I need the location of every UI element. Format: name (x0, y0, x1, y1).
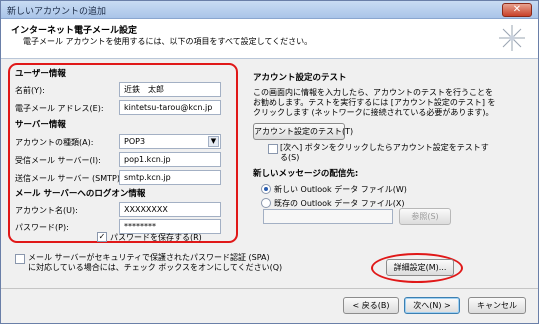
incoming-server-label: 受信メール サーバー(I): (15, 156, 101, 165)
incoming-server-field[interactable]: pop1.kcn.jp (119, 152, 221, 167)
header-subtitle: 電子メール アカウントを使用するには、以下の項目をすべて設定してください。 (23, 37, 313, 46)
outgoing-server-label: 送信メール サーバー (SMTP)(O): (15, 174, 136, 183)
sparkle-icon (499, 25, 525, 51)
account-type-select[interactable]: POP3 ▼ (119, 134, 221, 149)
test-settings-heading: アカウント設定のテスト (253, 73, 347, 83)
cancel-button[interactable]: キャンセル (468, 297, 526, 314)
server-info-heading: サーバー情報 (15, 120, 66, 130)
window-title: 新しいアカウントの追加 (7, 7, 107, 17)
remember-password-checkbox[interactable]: ✓ (97, 232, 107, 242)
spa-label-line2[interactable]: に対応している場合には、チェック ボックスをオンにしてください(Q) (28, 262, 282, 273)
account-name-label: アカウント名(U): (15, 206, 78, 215)
auto-test-label-line2[interactable]: る(S) (280, 152, 299, 163)
auto-test-label-line1[interactable]: [次へ] ボタンをクリックしたらアカウント設定をテストす (280, 142, 489, 153)
test-account-button[interactable]: アカウント設定のテスト(T) (253, 123, 353, 140)
next-button[interactable]: 次へ(N) > (404, 297, 460, 314)
logon-info-heading: メール サーバーへのログオン情報 (15, 189, 146, 199)
account-type-label: アカウントの種類(A): (15, 138, 94, 147)
remember-password-label[interactable]: パスワードを保存する(R) (110, 232, 202, 243)
test-desc-line3: クリックします (ネットワークに接続されている必要があります)。 (253, 108, 494, 117)
auto-test-checkbox[interactable] (268, 144, 278, 154)
name-field[interactable]: 近鉄 太郎 (119, 82, 221, 97)
delivery-new-radio[interactable] (261, 184, 271, 194)
delivery-new-label[interactable]: 新しい Outlook データ ファイル(W) (274, 184, 407, 195)
outgoing-server-field[interactable]: smtp.kcn.jp (119, 170, 221, 185)
password-label: パスワード(P): (15, 223, 69, 232)
delivery-heading: 新しいメッセージの配信先: (253, 169, 359, 179)
email-label: 電子メール アドレス(E): (15, 104, 104, 113)
user-info-heading: ユーザー情報 (15, 69, 66, 79)
email-field[interactable]: kintetsu-tarou@kcn.jp (119, 100, 221, 115)
more-settings-button[interactable]: 詳細設定(M)... (386, 259, 454, 276)
account-name-field[interactable]: XXXXXXXX (119, 202, 221, 217)
close-button[interactable]: ✕ (502, 3, 532, 17)
delivery-existing-radio[interactable] (261, 198, 271, 208)
spa-checkbox[interactable] (15, 254, 25, 264)
chevron-down-icon[interactable]: ▼ (208, 136, 219, 147)
back-button[interactable]: < 戻る(B) (343, 297, 399, 314)
header-panel: インターネット電子メール設定 電子メール アカウントを使用するには、以下の項目を… (1, 19, 538, 59)
browse-button[interactable]: 参照(S) (399, 208, 451, 225)
header-title: インターネット電子メール設定 (11, 26, 138, 36)
delivery-path-field[interactable] (263, 209, 393, 224)
dialog-window: 新しいアカウントの追加 ✕ インターネット電子メール設定 電子メール アカウント… (0, 0, 539, 324)
account-type-value: POP3 (124, 137, 146, 146)
delivery-existing-label[interactable]: 既存の Outlook データ ファイル(X) (274, 198, 405, 209)
title-bar[interactable]: 新しいアカウントの追加 ✕ (1, 1, 538, 19)
name-label: 名前(Y): (15, 86, 45, 95)
